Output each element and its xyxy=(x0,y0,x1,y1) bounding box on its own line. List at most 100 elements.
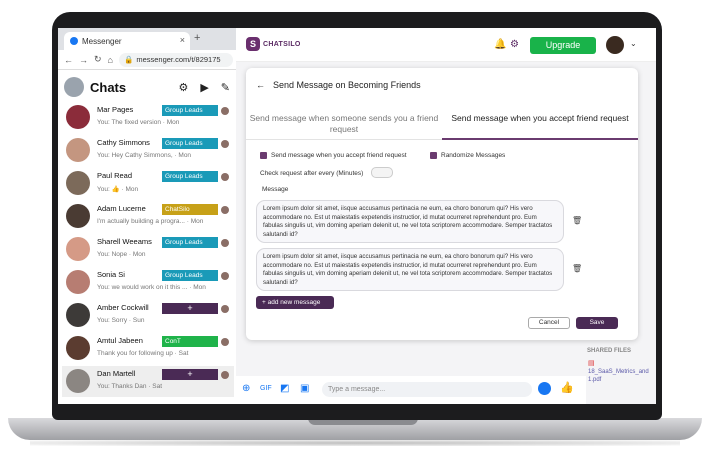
seen-avatar xyxy=(221,338,229,346)
contact-name: Dan Martell xyxy=(97,369,136,378)
modal-header: ← Send Message on Becoming Friends xyxy=(256,80,421,90)
accept-checkbox[interactable]: Send message when you accept friend requ… xyxy=(260,152,407,159)
chatsilo-logo-icon: S xyxy=(246,37,260,51)
browser-tab-title: Messenger xyxy=(82,36,122,46)
label-tag[interactable]: ConT xyxy=(162,336,218,347)
avatar xyxy=(66,336,90,360)
checkbox-icon xyxy=(430,152,437,159)
avatar xyxy=(66,204,90,228)
randomize-checkbox[interactable]: Randomize Messages xyxy=(430,152,505,159)
contact-name: Paul Read xyxy=(97,171,133,180)
avatar[interactable] xyxy=(64,77,84,97)
list-item[interactable]: Mar Pages You: The fixed version · Mon Gro… xyxy=(62,102,234,133)
url-field[interactable]: 🔒 messenger.com/t/829175 xyxy=(118,52,233,67)
emoji-icon[interactable] xyxy=(538,382,551,395)
add-message-button[interactable]: + add new message xyxy=(256,296,334,309)
seen-avatar xyxy=(221,173,229,181)
cancel-button[interactable]: Cancel xyxy=(528,317,570,329)
avatar xyxy=(66,303,90,327)
message-composer: ⊕ GIF ◩ ▣ Type a message... 👍 xyxy=(236,376,586,404)
label-tag[interactable]: Group Leads xyxy=(162,171,218,182)
friend-message-modal: ← Send Message on Becoming Friends Send … xyxy=(246,68,638,340)
tab-accept-friend-request[interactable]: Send message when you accept friend requ… xyxy=(442,110,638,140)
message-snippet: I'm actually building a progra... · Mon xyxy=(97,218,204,225)
contact-name: Mar Pages xyxy=(97,105,134,114)
chats-header: Chats ⚙ ▶ ✎ xyxy=(64,76,230,98)
save-button[interactable]: Save xyxy=(576,317,618,329)
avatar xyxy=(66,237,90,261)
chats-title: Chats xyxy=(90,79,127,95)
shared-file-link[interactable]: ▤ 18_SaaS_Metrics_and 1.pdf xyxy=(588,360,650,384)
message-input[interactable]: Type a message... xyxy=(322,382,532,397)
message-snippet: You: 👍 · Mon xyxy=(97,186,139,193)
image-icon[interactable]: ▣ xyxy=(300,383,309,394)
trash-icon[interactable]: 🗑 xyxy=(572,216,582,225)
contact-name: Amtul Jabeen xyxy=(97,336,143,345)
bell-icon[interactable]: 🔔 xyxy=(494,39,506,50)
list-item[interactable]: Amber Cockwill You: Sorry · Sun + xyxy=(62,300,234,331)
address-bar: ← → ↻ ⌂ 🔒 messenger.com/t/829175 xyxy=(58,50,236,70)
back-icon[interactable]: ← xyxy=(64,55,73,65)
message-snippet: You: Nope · Mon xyxy=(97,251,146,258)
message-snippet: You: Sorry · Sun xyxy=(97,317,145,324)
close-icon[interactable]: × xyxy=(180,35,185,45)
gif-icon[interactable]: GIF xyxy=(260,385,272,392)
plus-icon[interactable]: ⊕ xyxy=(242,383,250,394)
contact-name: Sonia Si xyxy=(97,270,125,279)
list-item[interactable]: Dan Martell You: Thanks Dan · Sat + xyxy=(62,366,234,397)
thumbs-up-icon[interactable]: 👍 xyxy=(560,381,574,394)
message-label: Message xyxy=(262,186,289,193)
shared-file-name: 18_SaaS_Metrics_and 1.pdf xyxy=(588,369,649,383)
label-tag[interactable]: + xyxy=(162,369,218,380)
modal-title: Send Message on Becoming Friends xyxy=(273,80,421,90)
avatar xyxy=(66,369,90,393)
forward-icon[interactable]: → xyxy=(79,55,88,65)
trash-icon[interactable]: 🗑 xyxy=(572,264,582,273)
message-textarea-2[interactable]: Lorem ipsum dolor sit amet, iisque accus… xyxy=(256,248,564,291)
seen-avatar xyxy=(221,140,229,148)
reload-icon[interactable]: ↻ xyxy=(94,54,102,65)
message-textarea-1[interactable]: Lorem ipsum dolor sit amet, iisque accus… xyxy=(256,200,564,243)
chat-sidebar: Chats ⚙ ▶ ✎ Mar Pages You: The fixed vers… xyxy=(58,70,236,404)
avatar xyxy=(66,138,90,162)
video-call-icon[interactable]: ▶ xyxy=(200,81,208,94)
home-icon[interactable]: ⌂ xyxy=(108,55,113,65)
seen-avatar xyxy=(221,272,229,280)
chevron-down-icon[interactable]: ⌄ xyxy=(630,39,637,48)
list-item[interactable]: Paul Read You: 👍 · Mon Group Leads xyxy=(62,168,234,199)
new-tab-button[interactable]: + xyxy=(194,32,200,44)
gear-icon[interactable]: ⚙ xyxy=(510,39,519,50)
upgrade-button[interactable]: Upgrade xyxy=(530,37,596,54)
laptop-base xyxy=(8,418,702,440)
pdf-icon: ▤ xyxy=(588,360,595,367)
label-tag[interactable]: Group Leads xyxy=(162,138,218,149)
list-item[interactable]: Amtul Jabeen Thank you for following up ·… xyxy=(62,333,234,364)
chatsilo-header: S CHATSILO 🔔 ⚙ Upgrade ⌄ xyxy=(236,28,656,62)
randomize-checkbox-label: Randomize Messages xyxy=(441,152,506,159)
compose-icon[interactable]: ✎ xyxy=(221,81,230,94)
label-tag[interactable]: Group Leads xyxy=(162,270,218,281)
list-item[interactable]: Cathy Simmons You: Hey Cathy Simmons, · M… xyxy=(62,135,234,166)
back-arrow-icon[interactable]: ← xyxy=(256,80,265,90)
message-snippet: You: we would work on it this ... · Mon xyxy=(97,284,206,291)
message-snippet: Thank you for following up · Sat xyxy=(97,350,189,357)
tab-friend-request-received[interactable]: Send message when someone sends you a fr… xyxy=(246,110,442,140)
gear-icon[interactable]: ⚙ xyxy=(178,81,188,94)
list-item[interactable]: Sonia Si You: we would work on it this ..… xyxy=(62,267,234,298)
screen: Messenger × + ← → ↻ ⌂ 🔒 messenger.com/t/… xyxy=(58,28,656,404)
label-tag[interactable]: Group Leads xyxy=(162,105,218,116)
list-item[interactable]: Adam Lucerne I'm actually building a prog… xyxy=(62,201,234,232)
label-tag[interactable]: + xyxy=(162,303,218,314)
avatar[interactable] xyxy=(606,36,624,54)
seen-avatar xyxy=(221,371,229,379)
chatsilo-logo: S CHATSILO xyxy=(246,37,301,51)
logo-text: CHATSILO xyxy=(263,40,301,48)
avatar xyxy=(66,171,90,195)
list-item[interactable]: Sharell Weeams You: Nope · Mon Group Leads xyxy=(62,234,234,265)
browser-tab[interactable]: Messenger × xyxy=(64,32,190,50)
label-tag[interactable]: Group Leads xyxy=(162,237,218,248)
contact-name: Adam Lucerne xyxy=(97,204,146,213)
label-tag[interactable]: ChatSilo xyxy=(162,204,218,215)
sticker-icon[interactable]: ◩ xyxy=(280,383,289,394)
check-every-input[interactable] xyxy=(371,167,393,178)
